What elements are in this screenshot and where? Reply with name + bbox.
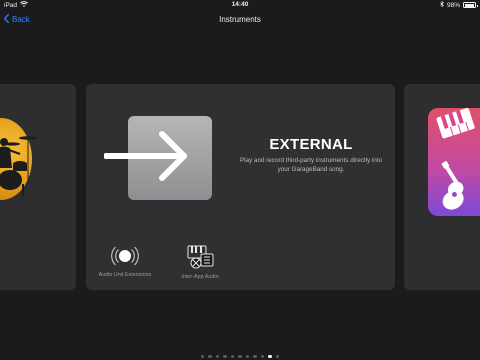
inter-app-audio-button[interactable]: Inter-App Audio xyxy=(172,244,228,280)
inter-app-audio-label: Inter-App Audio xyxy=(181,274,219,280)
status-time: 14:40 xyxy=(231,1,249,8)
card-title: EXTERNAL xyxy=(269,136,353,153)
instrument-card-external[interactable]: EXTERNAL Play and record third-party ins… xyxy=(86,84,395,290)
instrument-card-drums[interactable] xyxy=(0,84,76,290)
status-bar: iPad 14:40 98% xyxy=(0,0,480,11)
page-dot[interactable] xyxy=(230,354,235,358)
page-dot[interactable] xyxy=(200,354,205,358)
audio-unit-extensions-icon xyxy=(111,246,139,266)
page-dot[interactable] xyxy=(253,354,257,358)
page-dot[interactable] xyxy=(268,354,272,358)
page-dot[interactable] xyxy=(238,354,242,358)
page-dot[interactable] xyxy=(223,354,227,358)
piano-guitar-icon xyxy=(436,108,475,210)
status-right: 98% xyxy=(440,0,478,9)
page-title: Instruments xyxy=(219,15,261,24)
page-dot[interactable] xyxy=(275,354,280,358)
bluetooth-icon xyxy=(440,0,444,9)
page-dot[interactable] xyxy=(260,354,265,358)
page-indicator[interactable] xyxy=(0,354,480,358)
drummer-icon xyxy=(0,136,37,196)
page-dot[interactable] xyxy=(245,354,250,358)
audio-unit-extensions-label: Audio Unit Extensions xyxy=(98,272,152,278)
card-description: Play and record third-party instruments … xyxy=(239,157,383,173)
instrument-card-keyboard-guitar[interactable] xyxy=(404,84,480,290)
audio-unit-extensions-button[interactable]: Audio Unit Extensions xyxy=(94,244,156,278)
inter-app-audio-icon xyxy=(187,245,214,269)
battery-icon xyxy=(463,2,478,8)
battery-percent: 98% xyxy=(446,1,460,9)
battery-level xyxy=(464,3,475,7)
arrow-right-icon xyxy=(104,131,187,181)
nav-bar: Back Instruments xyxy=(0,11,480,29)
page-dot[interactable] xyxy=(208,354,212,358)
page-dot[interactable] xyxy=(215,354,220,358)
